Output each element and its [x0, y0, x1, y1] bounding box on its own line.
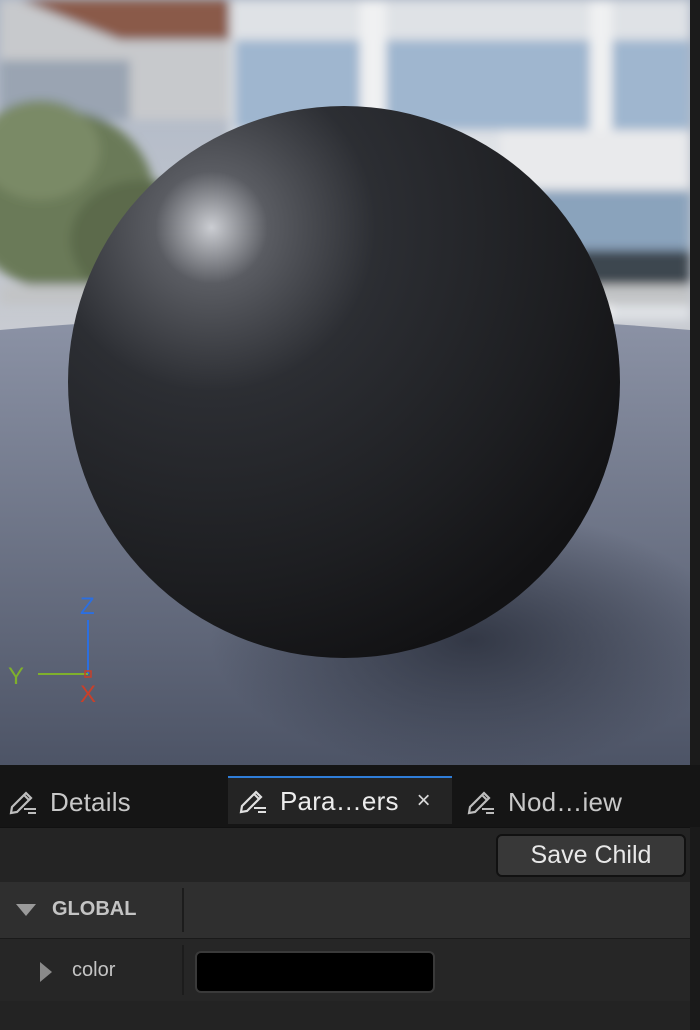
tab-label: Para…ers: [280, 785, 399, 816]
viewport-scrollbar[interactable]: [690, 0, 700, 765]
close-icon[interactable]: ×: [417, 787, 431, 815]
property-row-color: color: [0, 939, 690, 1001]
chevron-right-icon[interactable]: [40, 962, 52, 982]
preview-sphere: [68, 106, 620, 658]
axis-label-z: Z: [80, 593, 95, 620]
tab-label: Details: [50, 786, 131, 817]
preview-scene: Z Y X: [0, 0, 690, 765]
save-child-button[interactable]: Save Child: [496, 834, 686, 877]
parameters-toolbar: Save Child: [0, 827, 690, 883]
color-swatch[interactable]: [195, 951, 435, 993]
column-divider[interactable]: [182, 945, 184, 995]
material-preview-viewport[interactable]: Z Y X: [0, 0, 690, 765]
axis-label-y: Y: [8, 663, 24, 690]
panel-tab-bar: Details Para…ers × Nod…iew: [0, 765, 700, 827]
tab-parameters[interactable]: Para…ers ×: [228, 776, 452, 824]
pencil-icon: [9, 791, 36, 815]
tab-node-preview[interactable]: Nod…iew: [464, 778, 622, 826]
panel-empty-area: [0, 1001, 690, 1030]
column-divider[interactable]: [182, 888, 184, 932]
panel-scrollbar[interactable]: [690, 827, 700, 1030]
pencil-icon: [239, 790, 266, 814]
category-label: GLOBAL: [52, 898, 137, 920]
pencil-icon: [467, 791, 494, 815]
axis-label-x: X: [80, 681, 96, 708]
tab-details[interactable]: Details: [6, 778, 131, 826]
category-row-global[interactable]: GLOBAL: [0, 882, 690, 939]
tab-label: Nod…iew: [508, 786, 623, 817]
chevron-down-icon[interactable]: [16, 904, 36, 916]
property-label: color: [72, 959, 116, 981]
